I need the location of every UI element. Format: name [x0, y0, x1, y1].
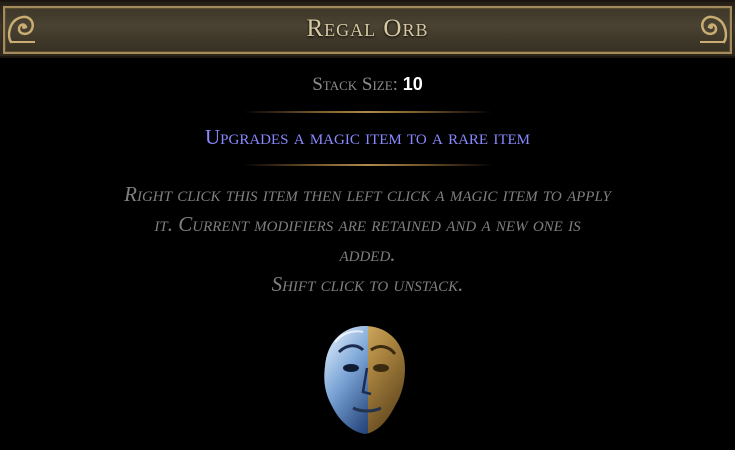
stack-size-label: Stack Size: [312, 74, 398, 95]
scroll-ornament-right-icon [700, 15, 728, 44]
stack-size-value: 10 [402, 74, 423, 94]
item-tooltip: Regal Orb Stack Size: 10 Upgrades a magi… [0, 0, 735, 450]
flavor-text: Right click this item then left click a … [10, 179, 725, 299]
flavor-line: Right click this item then left click a … [124, 182, 611, 206]
regal-orb-icon[interactable] [315, 322, 415, 440]
separator [243, 164, 493, 166]
tooltip-header: Regal Orb [0, 0, 735, 58]
flavor-line: added. [339, 242, 396, 266]
stack-size-line: Stack Size: 10 [0, 74, 735, 96]
item-name: Regal Orb [306, 15, 429, 42]
flavor-line: it. Current modifiers are retained and a… [154, 212, 581, 236]
separator [243, 111, 493, 113]
item-description: Upgrades a magic item to a rare item [205, 125, 530, 149]
flavor-line: Shift click to unstack. [271, 272, 464, 296]
